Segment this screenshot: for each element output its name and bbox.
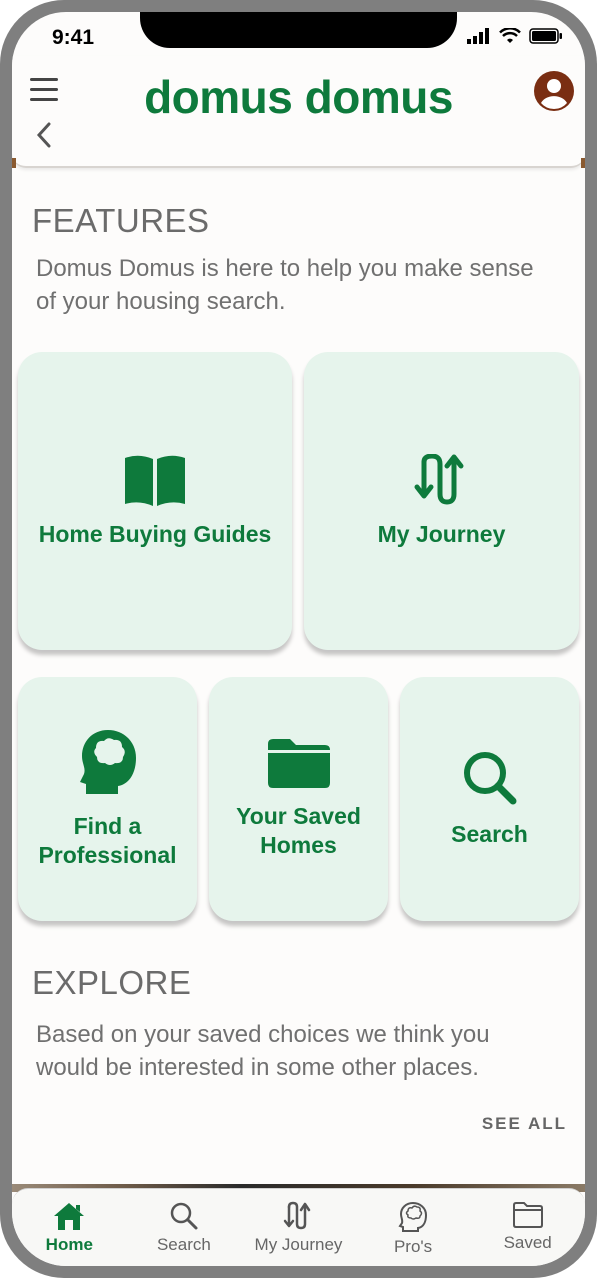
head-brain-icon bbox=[79, 730, 136, 794]
tab-pros[interactable]: Pro's bbox=[358, 1201, 468, 1257]
explore-description: Based on your saved choices we think you… bbox=[36, 1021, 490, 1081]
journey-arrows-icon bbox=[414, 453, 463, 505]
wifi-icon bbox=[499, 28, 521, 43]
tab-label: My Journey bbox=[254, 1235, 343, 1254]
tab-search[interactable]: Search bbox=[129, 1201, 239, 1255]
search-icon bbox=[170, 1202, 198, 1230]
search-icon bbox=[463, 751, 516, 804]
profile-avatar-icon[interactable] bbox=[533, 70, 575, 112]
signal-icon bbox=[467, 28, 489, 44]
header-edge bbox=[12, 158, 16, 168]
card-label: Find a Professional bbox=[38, 813, 177, 868]
notch bbox=[140, 12, 457, 48]
header-edge bbox=[581, 158, 585, 168]
find-a-professional-card[interactable]: Find a Professional bbox=[18, 677, 197, 921]
tab-my-journey[interactable]: My Journey bbox=[243, 1201, 353, 1255]
head-brain-icon bbox=[398, 1201, 428, 1232]
search-card[interactable]: Search bbox=[400, 677, 579, 921]
folder-icon bbox=[512, 1202, 543, 1228]
status-icons bbox=[467, 28, 563, 44]
screen: 9:41 domus domus FEATURES Domus Domus is… bbox=[12, 12, 585, 1266]
book-icon bbox=[125, 455, 185, 506]
tab-label: Home bbox=[45, 1235, 93, 1254]
features-title: FEATURES bbox=[32, 202, 210, 239]
tab-home[interactable]: Home bbox=[14, 1201, 124, 1255]
your-saved-homes-card[interactable]: Your Saved Homes bbox=[209, 677, 388, 921]
home-icon bbox=[54, 1203, 85, 1230]
home-buying-guides-card[interactable]: Home Buying Guides bbox=[18, 352, 292, 650]
card-label: Search bbox=[451, 820, 528, 847]
app-header: domus domus bbox=[12, 56, 585, 168]
brand-logo[interactable]: domus domus bbox=[12, 70, 585, 124]
features-description: Domus Domus is here to help you make sen… bbox=[36, 255, 534, 315]
card-label: My Journey bbox=[377, 520, 506, 547]
journey-arrows-icon bbox=[284, 1201, 311, 1230]
battery-icon bbox=[529, 28, 562, 44]
tab-label: Saved bbox=[503, 1233, 552, 1252]
explore-title: EXPLORE bbox=[32, 964, 192, 1001]
card-label: Your Saved Homes bbox=[236, 803, 361, 858]
back-chevron-icon[interactable] bbox=[32, 120, 56, 150]
tab-saved[interactable]: Saved bbox=[473, 1201, 583, 1253]
card-label: Home Buying Guides bbox=[38, 520, 272, 547]
my-journey-card[interactable]: My Journey bbox=[304, 352, 579, 650]
bottom-tab-bar: Home Search My Journey Pro's Saved bbox=[12, 1188, 585, 1266]
tab-label: Pro's bbox=[393, 1237, 433, 1256]
status-time: 9:41 bbox=[52, 26, 95, 49]
folder-icon bbox=[267, 739, 330, 788]
see-all-link[interactable]: SEE ALL bbox=[482, 1114, 567, 1134]
phone-frame: 9:41 domus domus FEATURES Domus Domus is… bbox=[0, 0, 597, 1278]
tab-label: Search bbox=[156, 1235, 211, 1254]
